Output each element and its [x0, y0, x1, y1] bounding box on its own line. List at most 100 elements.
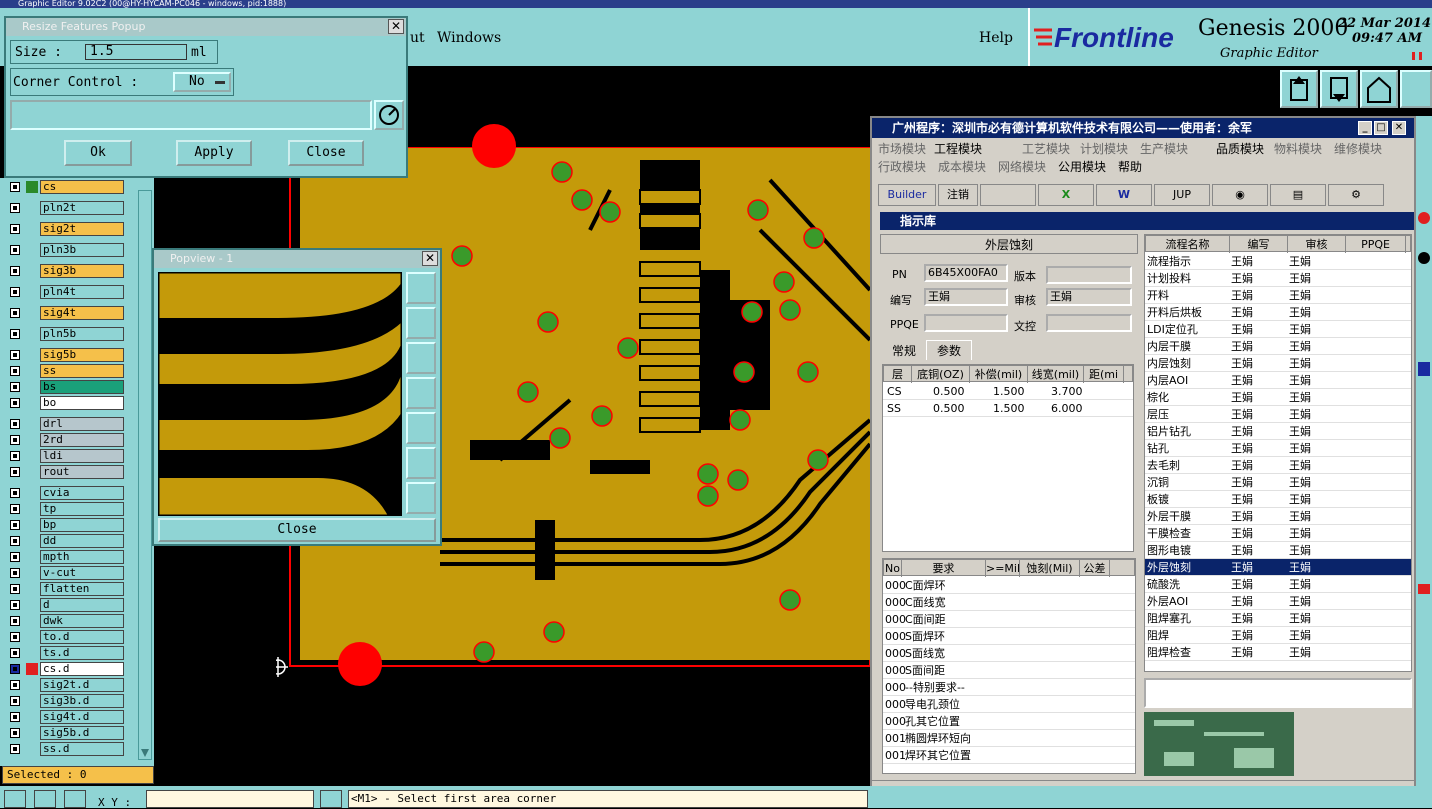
layer-row[interactable]: ldi	[6, 449, 126, 463]
gauge-icon[interactable]	[374, 100, 404, 130]
table-row[interactable]: 干膜检查 王娟 王娟	[1145, 525, 1411, 542]
layer-list-scrollbar[interactable]	[138, 190, 152, 760]
table-row[interactable]: 计划投料 王娟 王娟	[1145, 270, 1411, 287]
layer-row[interactable]: pln4t	[6, 285, 126, 299]
tool-up-icon[interactable]	[1280, 70, 1318, 108]
table-row[interactable]: 铝片钻孔 王娟 王娟	[1145, 423, 1411, 440]
table-row[interactable]: 层压 王娟 王娟	[1145, 406, 1411, 423]
corner-control-select[interactable]: No	[173, 72, 231, 92]
table-row[interactable]: 流程指示 王娟 王娟	[1145, 253, 1411, 270]
layer-checkbox[interactable]	[10, 584, 20, 594]
layer-checkbox[interactable]	[10, 696, 20, 706]
xy-field[interactable]	[146, 790, 314, 808]
table-row[interactable]: 硫酸洗 王娟 王娟	[1145, 576, 1411, 593]
settings-icon[interactable]: ⚙	[1328, 184, 1384, 206]
table-row[interactable]: 图形电镀 王娟 王娟	[1145, 542, 1411, 559]
layer-checkbox[interactable]	[10, 552, 20, 562]
table-row[interactable]: 内层干膜 王娟 王娟	[1145, 338, 1411, 355]
table-row[interactable]: 000 孔其它位置	[883, 713, 1135, 730]
pause-icon[interactable]	[1412, 52, 1422, 60]
table-row[interactable]: 000 --特别要求--	[883, 679, 1135, 696]
export-icon[interactable]	[980, 184, 1036, 206]
layer-row[interactable]: bs	[6, 380, 126, 394]
layer-row[interactable]: rout	[6, 465, 126, 479]
erp-menu-item[interactable]: 工艺模块	[1022, 140, 1070, 157]
layer-checkbox[interactable]	[10, 398, 20, 408]
tool-extra-icon[interactable]	[1400, 70, 1432, 108]
size-input[interactable]: 1.5	[85, 44, 187, 60]
review-field[interactable]: 王娟	[1046, 288, 1132, 306]
table-row[interactable]: 外层AOI 王娟 王娟	[1145, 593, 1411, 610]
layer-checkbox[interactable]	[10, 350, 20, 360]
layer-checkbox[interactable]	[10, 664, 20, 674]
table-row[interactable]: 棕化 王娟 王娟	[1145, 389, 1411, 406]
layer-row[interactable]: sig4t.d	[6, 710, 126, 724]
layer-checkbox[interactable]	[10, 616, 20, 626]
table-row[interactable]: 外层蚀刻 王娟 王娟	[1145, 559, 1411, 576]
layer-row[interactable]: dd	[6, 534, 126, 548]
layer-checkbox[interactable]	[10, 382, 20, 392]
tool-down-icon[interactable]	[1320, 70, 1358, 108]
cursor-tool-icon[interactable]	[4, 790, 26, 808]
minimize-icon[interactable]: _	[1358, 121, 1372, 135]
layer-row[interactable]: sig2t	[6, 222, 126, 236]
layer-row[interactable]: ts.d	[6, 646, 126, 660]
table-row[interactable]: 外层干膜 王娟 王娟	[1145, 508, 1411, 525]
close-icon[interactable]: ✕	[388, 19, 404, 34]
black-dot-icon[interactable]	[1418, 252, 1430, 264]
popview-canvas[interactable]	[158, 272, 402, 516]
layer-row[interactable]: cvia	[6, 486, 126, 500]
table-row[interactable]: 开料 王娟 王娟	[1145, 287, 1411, 304]
zoom-out-icon[interactable]	[406, 482, 436, 514]
erp-menu-item[interactable]: 公用模块	[1058, 158, 1106, 175]
layer-row[interactable]: tp	[6, 502, 126, 516]
layer-checkbox[interactable]	[10, 712, 20, 722]
table-row[interactable]: 阻焊检查 王娟 王娟	[1145, 644, 1411, 661]
table-row[interactable]: 001 焊环其它位置	[883, 747, 1135, 764]
layer-row[interactable]: bo	[6, 396, 126, 410]
erp-menu-item[interactable]: 维修模块	[1334, 140, 1382, 157]
layer-row[interactable]: bp	[6, 518, 126, 532]
erp-menu-item[interactable]: 计划模块	[1080, 140, 1128, 157]
grid-tool-icon[interactable]	[64, 790, 86, 808]
zoom-fit-icon[interactable]	[406, 272, 436, 304]
erp-menu-item[interactable]: 帮助	[1118, 158, 1142, 175]
table-row[interactable]: 阻焊 王娟 王娟	[1145, 627, 1411, 644]
table-row[interactable]: SS 0.500 1.500 6.000	[883, 400, 1133, 417]
erp-menu-item[interactable]: 网络模块	[998, 158, 1046, 175]
layer-checkbox[interactable]	[10, 744, 20, 754]
layer-color-swatch[interactable]	[26, 663, 38, 675]
layer-checkbox[interactable]	[10, 366, 20, 376]
table-row[interactable]: 内层蚀刻 王娟 王娟	[1145, 355, 1411, 372]
layer-checkbox[interactable]	[10, 266, 20, 276]
word-icon[interactable]: W	[1096, 184, 1152, 206]
popview-close-button[interactable]: Close	[158, 518, 436, 542]
layer-row[interactable]: sig5b.d	[6, 726, 126, 740]
jump-button[interactable]: JUP	[1154, 184, 1210, 206]
layer-checkbox[interactable]	[10, 245, 20, 255]
tool-home-icon[interactable]	[1360, 70, 1398, 108]
layer-checkbox[interactable]	[10, 419, 20, 429]
erp-menu-item[interactable]: 工程模块	[934, 140, 982, 157]
ppqe-field[interactable]	[924, 314, 1008, 332]
layer-row[interactable]: sig5b	[6, 348, 126, 362]
layer-row[interactable]: 2rd	[6, 433, 126, 447]
layer-checkbox[interactable]	[10, 287, 20, 297]
layer-row[interactable]: sig2t.d	[6, 678, 126, 692]
layer-checkbox[interactable]	[10, 224, 20, 234]
table-row[interactable]: 沉铜 王娟 王娟	[1145, 474, 1411, 491]
menu-item-partial[interactable]: ut	[410, 30, 425, 46]
layer-color-swatch[interactable]	[26, 181, 38, 193]
table-row[interactable]: 开料后烘板 王娟 王娟	[1145, 304, 1411, 321]
layer-row[interactable]: d	[6, 598, 126, 612]
doc-control-field[interactable]	[1046, 314, 1132, 332]
table-row[interactable]: 板镀 王娟 王娟	[1145, 491, 1411, 508]
layer-checkbox[interactable]	[10, 520, 20, 530]
table-row[interactable]: 000 C面间距	[883, 611, 1135, 628]
table-row[interactable]: CS 0.500 1.500 3.700	[883, 383, 1133, 400]
eye-icon[interactable]: ◉	[1212, 184, 1268, 206]
table-row[interactable]: 000 S面焊环	[883, 628, 1135, 645]
layer-row[interactable]: sig4t	[6, 306, 126, 320]
tab-general[interactable]: 常规	[884, 342, 924, 360]
layer-checkbox[interactable]	[10, 536, 20, 546]
